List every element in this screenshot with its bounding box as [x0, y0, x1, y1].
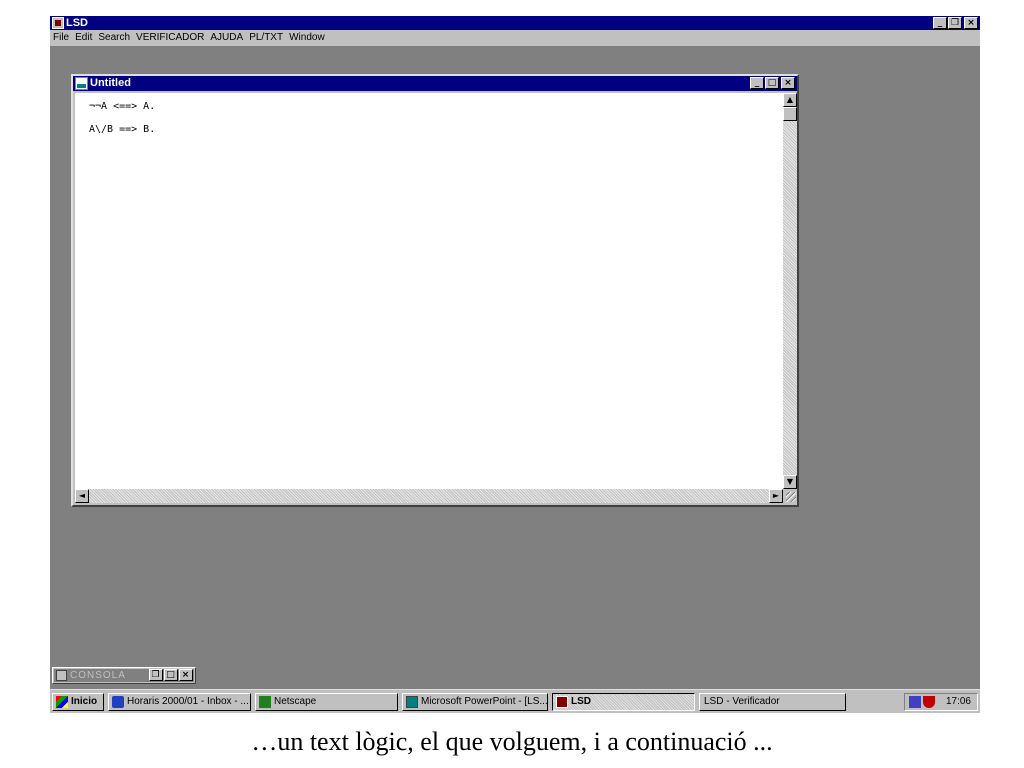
menu-edit[interactable]: Edit	[72, 30, 95, 46]
netscape-icon	[259, 696, 271, 708]
console-icon	[56, 670, 67, 681]
editor-line: ¬¬A <==> A.	[89, 101, 156, 112]
tray-shield-icon[interactable]	[923, 696, 935, 708]
menu-file[interactable]: File	[50, 30, 72, 46]
menu-bar: File Edit Search VERIFICADOR AJUDA PL/TXT Wind…	[50, 30, 980, 46]
taskbar-item-inbox[interactable]: Horaris 2000/01 - Inbox - ...	[108, 693, 251, 711]
app-title-bar: LSD _ ❐ ×	[50, 16, 980, 30]
lsd-app-icon	[556, 696, 568, 708]
mail-icon	[112, 696, 124, 708]
document-title: Untitled	[90, 77, 131, 89]
taskbar-item-label: LSD - Verificador	[704, 696, 780, 707]
minimize-button[interactable]: _	[933, 17, 947, 29]
taskbar-item-label: Horaris 2000/01 - Inbox - ...	[127, 696, 249, 707]
document-icon[interactable]	[75, 77, 88, 90]
taskbar-item-powerpoint[interactable]: Microsoft PowerPoint - [LS...	[402, 693, 548, 711]
slide-caption: …un text lògic, el que volguem, i a cont…	[251, 727, 773, 756]
document-window: Untitled _ □ × ¬¬A <==> A. A\/B ==> B. ▲…	[71, 74, 799, 507]
tray-network-icon[interactable]	[909, 696, 921, 708]
scroll-up-arrow-icon[interactable]: ▲	[783, 93, 797, 107]
lsd-app-icon[interactable]	[52, 17, 64, 29]
close-button[interactable]: ×	[964, 17, 978, 29]
console-title: CONSOLA	[70, 670, 126, 681]
console-restore-button[interactable]: ❐	[149, 669, 163, 681]
resize-grip-icon[interactable]	[783, 489, 797, 503]
doc-minimize-button[interactable]: _	[750, 77, 764, 89]
clock[interactable]: 17:06	[946, 696, 971, 707]
app-title: LSD	[66, 17, 88, 29]
vertical-scroll-thumb[interactable]	[783, 107, 797, 121]
taskbar-item-lsd-verificador[interactable]: LSD - Verificador	[699, 693, 846, 711]
system-tray: 17:06	[904, 693, 978, 711]
scroll-down-arrow-icon[interactable]: ▼	[783, 475, 797, 489]
menu-ajuda[interactable]: AJUDA	[207, 30, 246, 46]
taskbar-item-netscape[interactable]: Netscape	[255, 693, 398, 711]
menu-window[interactable]: Window	[286, 30, 328, 46]
powerpoint-icon	[406, 696, 418, 708]
vertical-scrollbar[interactable]: ▲ ▼	[783, 93, 797, 489]
taskbar-item-lsd[interactable]: LSD	[552, 693, 695, 711]
menu-pl-txt[interactable]: PL/TXT	[246, 30, 286, 46]
desktop-screen: LSD _ ❐ × File Edit Search VERIFICADOR AJUDA…	[50, 16, 980, 713]
doc-maximize-button[interactable]: □	[765, 77, 779, 89]
console-window-minimized[interactable]: CONSOLA ❐ □ ×	[52, 667, 196, 684]
console-title-bar[interactable]: CONSOLA ❐ □ ×	[54, 669, 194, 682]
horizontal-scrollbar[interactable]: ◄ ►	[75, 489, 783, 503]
restore-button[interactable]: ❐	[948, 17, 962, 29]
scroll-left-arrow-icon[interactable]: ◄	[75, 489, 89, 503]
doc-close-button[interactable]: ×	[781, 77, 795, 89]
taskbar: Inicio Horaris 2000/01 - Inbox - ... Net…	[50, 689, 980, 713]
start-label: Inicio	[71, 696, 98, 707]
menu-search[interactable]: Search	[95, 30, 133, 46]
console-close-button[interactable]: ×	[179, 669, 193, 681]
scroll-right-arrow-icon[interactable]: ►	[769, 489, 783, 503]
taskbar-item-label: Microsoft PowerPoint - [LS...	[421, 696, 548, 707]
text-editor-area[interactable]: ¬¬A <==> A. A\/B ==> B.	[75, 93, 783, 489]
taskbar-item-label: Netscape	[274, 696, 317, 707]
taskbar-item-label: LSD	[571, 696, 591, 707]
start-button[interactable]: Inicio	[52, 693, 104, 711]
console-maximize-button[interactable]: □	[164, 669, 178, 681]
windows-logo-icon	[56, 696, 68, 708]
editor-line: A\/B ==> B.	[89, 124, 156, 135]
menu-verificador[interactable]: VERIFICADOR	[133, 30, 207, 46]
document-title-bar[interactable]: Untitled _ □ ×	[73, 76, 797, 91]
